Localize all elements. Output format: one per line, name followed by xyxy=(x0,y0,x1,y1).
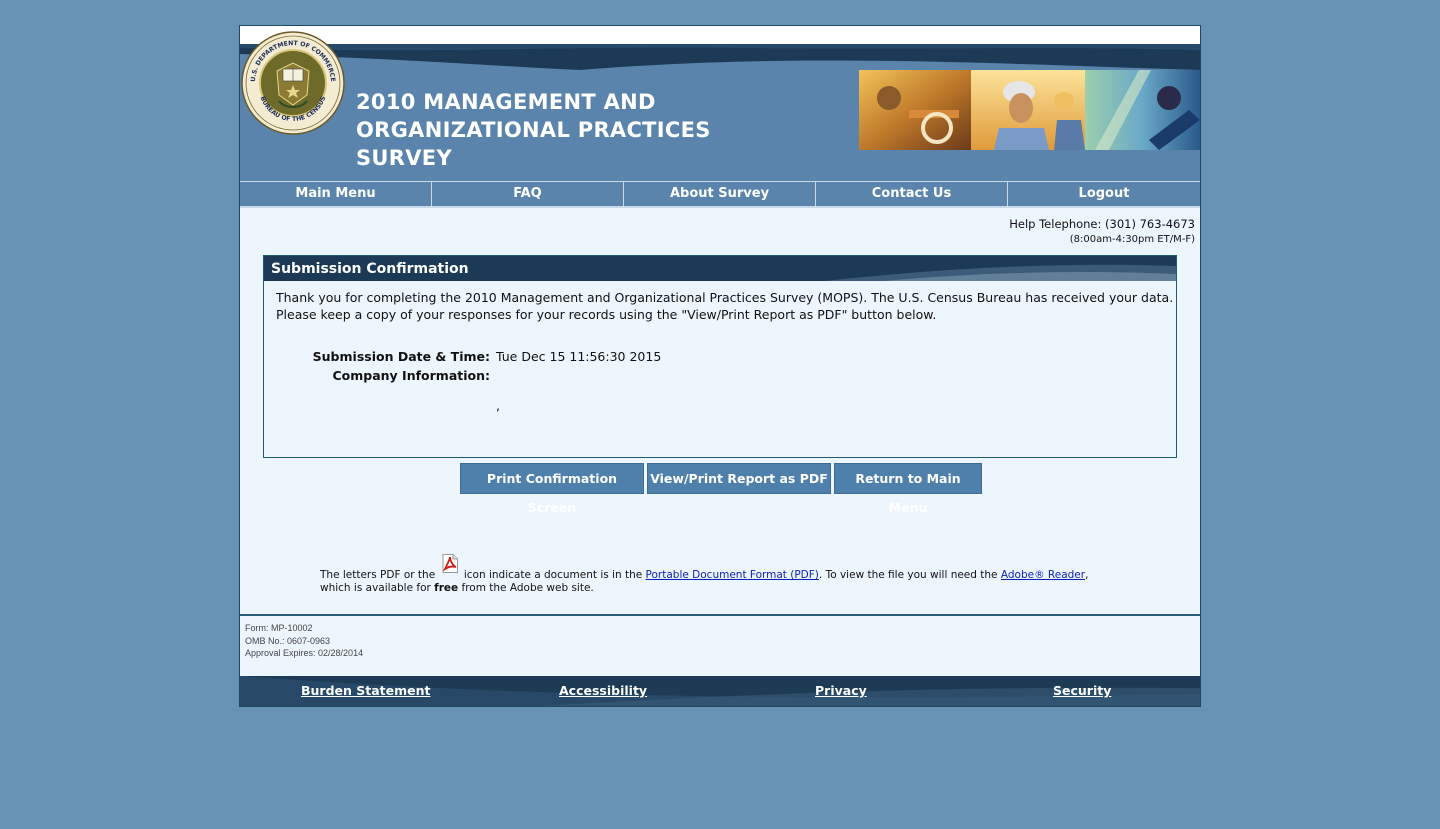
workers-photo-banner xyxy=(859,70,1200,150)
omb-number: OMB No.: 0607-0963 xyxy=(245,636,331,646)
page-container: U.S. DEPARTMENT OF COMMERCE BUREAU OF TH… xyxy=(239,25,1201,707)
company-info-value: , xyxy=(496,398,500,413)
nav-faq[interactable]: FAQ xyxy=(432,182,623,206)
nav-logout[interactable]: Logout xyxy=(1008,182,1200,206)
help-telephone: Help Telephone: (301) 763-4673 xyxy=(1009,217,1195,231)
confirmation-message: Thank you for completing the 2010 Manage… xyxy=(276,289,1176,323)
census-bureau-seal-icon: U.S. DEPARTMENT OF COMMERCE BUREAU OF TH… xyxy=(241,31,345,135)
confirmation-title: Submission Confirmation xyxy=(271,261,469,277)
main-nav: Main Menu FAQ About Survey Contact Us Lo… xyxy=(240,181,1200,208)
footer-privacy-link[interactable]: Privacy xyxy=(815,683,867,698)
confirmation-panel-header: Submission Confirmation xyxy=(264,256,1176,281)
pdf-format-link[interactable]: Portable Document Format (PDF) xyxy=(646,569,819,581)
content-divider xyxy=(240,614,1200,616)
confirmation-panel: Submission Confirmation Thank you for co… xyxy=(263,255,1177,458)
footer-accessibility-link[interactable]: Accessibility xyxy=(559,683,647,698)
pdf-icon xyxy=(441,554,459,573)
message-line-1: Thank you for completing the 2010 Manage… xyxy=(276,290,1174,305)
site-header: U.S. DEPARTMENT OF COMMERCE BUREAU OF TH… xyxy=(240,26,1200,181)
nav-contact-us[interactable]: Contact Us xyxy=(816,182,1007,206)
return-main-menu-button[interactable]: Return to Main Menu xyxy=(834,463,982,515)
pdf-note-text: The letters PDF or the xyxy=(320,569,436,581)
submission-date-value: Tue Dec 15 11:56:30 2015 xyxy=(496,349,662,364)
help-hours: (8:00am-4:30pm ET/M-F) xyxy=(1069,234,1195,245)
approval-expires: Approval Expires: 02/28/2014 xyxy=(245,648,364,658)
pdf-note-text: . To view the file you will need the xyxy=(818,569,998,581)
adobe-reader-link[interactable]: Adobe® Reader xyxy=(1001,569,1085,581)
header-top-bar xyxy=(240,26,1200,44)
nav-main-menu[interactable]: Main Menu xyxy=(240,182,431,206)
header-swoosh xyxy=(240,44,1200,70)
survey-title: 2010 MANAGEMENT AND ORGANIZATIONAL PRACT… xyxy=(356,88,776,172)
view-print-pdf-button[interactable]: View/Print Report as PDF xyxy=(647,463,831,494)
message-line-2: Please keep a copy of your responses for… xyxy=(276,307,937,322)
footer-burden-statement-link[interactable]: Burden Statement xyxy=(301,683,431,698)
pdf-note-text: from the Adobe web site. xyxy=(461,582,594,594)
title-line-1: 2010 MANAGEMENT AND xyxy=(356,90,656,114)
title-line-3: SURVEY xyxy=(356,146,452,170)
submission-date-label: Submission Date & Time: xyxy=(312,349,490,364)
pdf-note-free: free xyxy=(434,582,459,594)
pdf-note: The letters PDF or the icon indicate a d… xyxy=(320,554,1120,595)
company-info-label: Company Information: xyxy=(332,368,490,383)
print-confirmation-button[interactable]: Print Confirmation Screen xyxy=(460,463,644,515)
pdf-note-text: icon indicate a document is in the xyxy=(463,569,643,581)
nav-about-survey[interactable]: About Survey xyxy=(624,182,815,206)
site-footer: Burden Statement Accessibility Privacy S… xyxy=(240,676,1200,706)
form-number: Form: MP-10002 xyxy=(245,623,313,633)
footer-security-link[interactable]: Security xyxy=(1053,683,1111,698)
title-line-2: ORGANIZATIONAL PRACTICES xyxy=(356,118,711,142)
